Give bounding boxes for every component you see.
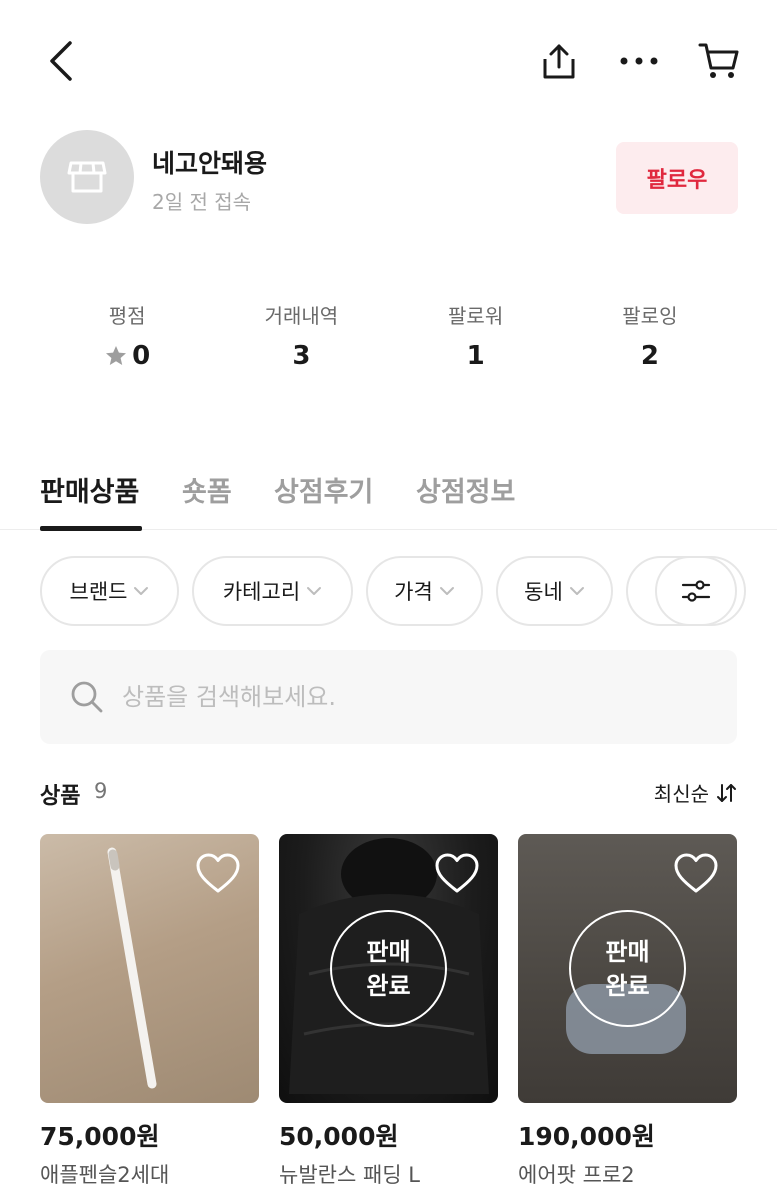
chevron-down-icon <box>307 587 322 595</box>
follow-button[interactable]: 팔로우 <box>616 142 738 214</box>
stat-label: 거래내역 <box>264 304 339 328</box>
filter-label: 브랜드 <box>69 580 128 604</box>
tab-products[interactable]: 판매상품 <box>40 470 139 509</box>
product-count-label: 상품 <box>40 784 81 809</box>
filter-settings-button[interactable] <box>655 556 737 626</box>
sort-label: 최신순 <box>653 782 709 806</box>
star-icon <box>106 346 127 365</box>
share-button[interactable] <box>532 36 586 86</box>
stat-value: 3 <box>292 341 311 371</box>
stat-value: 0 <box>132 341 151 371</box>
store-icon <box>67 161 107 193</box>
more-button[interactable] <box>612 36 666 86</box>
tab-reviews[interactable]: 상점후기 <box>274 470 373 509</box>
store-tabs: 판매상품 숏폼 상점후기 상점정보 <box>0 462 777 531</box>
stat-value: 1 <box>466 341 485 371</box>
chevron-left-icon <box>50 41 72 81</box>
chevron-down-icon <box>439 587 454 595</box>
product-name: 에어팟 프로2 <box>518 1163 635 1187</box>
sort-arrows-icon <box>717 783 736 802</box>
product-image[interactable]: 판매 완료 <box>518 834 737 1103</box>
product-name: 뉴발란스 패딩 L <box>279 1163 420 1187</box>
sliders-icon <box>681 580 711 602</box>
share-icon <box>543 44 575 79</box>
cart-button[interactable] <box>692 36 746 86</box>
sort-button[interactable]: 최신순 <box>654 778 737 807</box>
cart-icon <box>698 43 739 78</box>
stat-value: 2 <box>640 341 659 371</box>
filter-label: 동네 <box>524 580 563 604</box>
product-count: 9 <box>94 779 108 803</box>
back-button[interactable] <box>36 36 86 86</box>
chevron-down-icon <box>134 587 149 595</box>
product-image[interactable] <box>40 834 259 1103</box>
active-tab-indicator <box>40 526 142 531</box>
product-grid: 75,000원 애플펜슬2세대 판매 완료 50,000원 뉴발란스 패딩 L … <box>40 834 737 1200</box>
heart-icon[interactable] <box>434 852 480 894</box>
top-bar <box>0 0 777 120</box>
sold-badge-line-2: 완료 <box>605 971 650 1000</box>
stat-rating[interactable]: 평점 0 <box>40 296 214 376</box>
stat-label: 팔로잉 <box>622 304 678 328</box>
avatar[interactable] <box>40 130 134 224</box>
search-input[interactable] <box>122 683 702 711</box>
stat-transactions[interactable]: 거래내역 3 <box>214 296 388 376</box>
filter-label: 카테고리 <box>222 580 301 604</box>
product-price: 75,000원 <box>40 1122 160 1151</box>
filter-label: 가격 <box>394 580 433 604</box>
sold-out-badge: 판매 완료 <box>330 910 447 1027</box>
sold-badge-line-2: 완료 <box>366 971 411 1000</box>
product-image[interactable]: 판매 완료 <box>279 834 498 1103</box>
store-name: 네고안돼용 <box>152 149 268 178</box>
last-seen-text: 2일 전 접속 <box>152 190 252 214</box>
stat-label: 평점 <box>108 304 146 328</box>
stat-following[interactable]: 팔로잉 2 <box>563 296 737 376</box>
product-card[interactable]: 판매 완료 190,000원 에어팟 프로2 <box>518 834 737 1189</box>
product-card[interactable]: 판매 완료 50,000원 뉴발란스 패딩 L <box>279 834 498 1189</box>
stat-value-wrap: 0 <box>40 341 214 371</box>
tab-shortform[interactable]: 숏폼 <box>182 470 232 509</box>
product-card[interactable]: 75,000원 애플펜슬2세대 <box>40 834 259 1189</box>
store-profile: 네고안돼용 2일 전 접속 팔로우 <box>40 130 740 226</box>
sold-badge-line-1: 판매 <box>366 937 411 966</box>
heart-icon[interactable] <box>195 852 241 894</box>
chevron-down-icon <box>569 587 584 595</box>
product-search-bar[interactable] <box>40 650 737 744</box>
product-price: 50,000원 <box>279 1122 399 1151</box>
stat-label: 팔로워 <box>448 304 504 328</box>
heart-icon[interactable] <box>673 852 719 894</box>
filter-price[interactable]: 가격 <box>366 556 483 626</box>
product-name: 애플펜슬2세대 <box>40 1163 170 1187</box>
search-icon <box>70 680 104 714</box>
filter-neighborhood[interactable]: 동네 <box>496 556 613 626</box>
product-price: 190,000원 <box>518 1122 655 1151</box>
sold-out-badge: 판매 완료 <box>569 910 686 1027</box>
stat-followers[interactable]: 팔로워 1 <box>389 296 563 376</box>
sold-badge-line-1: 판매 <box>605 937 650 966</box>
product-list-header: 상품 9 최신순 <box>40 776 737 812</box>
more-dots-icon <box>620 57 658 65</box>
filter-brand[interactable]: 브랜드 <box>40 556 179 626</box>
tab-store-info[interactable]: 상점정보 <box>416 470 515 509</box>
filter-category[interactable]: 카테고리 <box>192 556 353 626</box>
store-stats: 평점 0 거래내역 3 팔로워 1 팔로잉 2 <box>40 296 737 376</box>
